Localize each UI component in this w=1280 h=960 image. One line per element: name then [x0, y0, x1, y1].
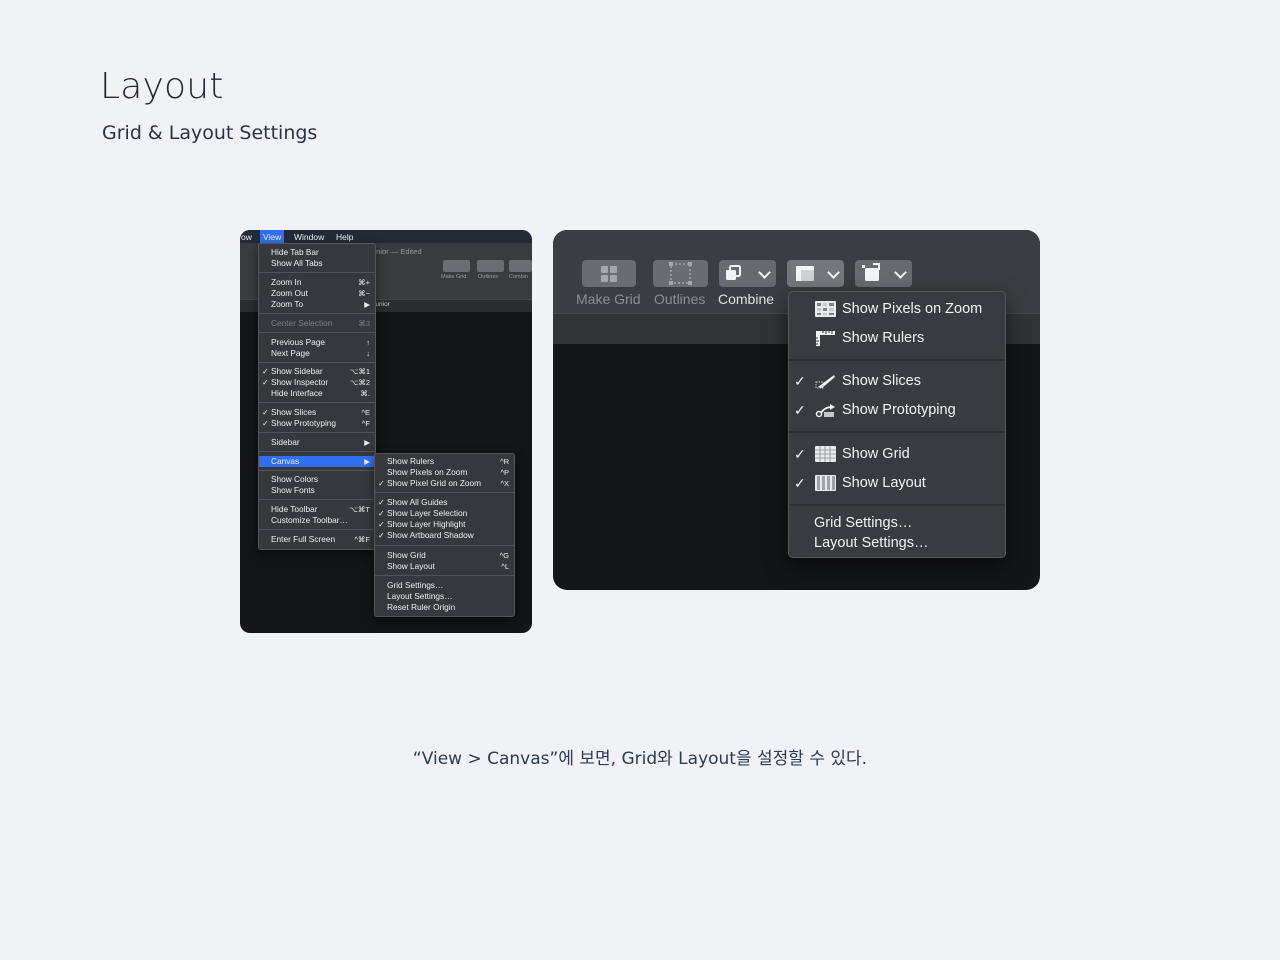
show-grid-label: Show Grid — [842, 446, 910, 462]
combine-icon — [726, 265, 741, 280]
show-slices-label: Show Slices — [842, 373, 921, 389]
menu-item-next-page[interactable]: Next Page ↓ — [259, 348, 375, 359]
menu-item-show-all-tabs[interactable]: Show All Tabs — [259, 258, 375, 269]
menu-item-enter-full-screen[interactable]: Enter Full Screen ^⌘F — [259, 534, 375, 545]
window-title: unior — Edited — [372, 247, 422, 256]
toolbar-menu-screenshot: Make Grid Outlines Combine Show Pixels o… — [553, 230, 1040, 590]
document-tab-label: junior — [374, 301, 390, 308]
submenu-item-grid-settings[interactable]: Grid Settings… — [375, 580, 514, 591]
menubar-item-ow[interactable]: ow — [241, 232, 252, 242]
view-menu-screenshot: ow View Window Help unior — Edited Make … — [240, 230, 532, 633]
submenu-item-show-grid[interactable]: Show Grid ^G — [375, 550, 514, 561]
submenu-item-reset-ruler-origin[interactable]: Reset Ruler Origin — [375, 602, 514, 613]
make-grid-icon — [601, 266, 617, 282]
canvas-layout-icon — [796, 266, 814, 281]
ruler-icon — [816, 331, 835, 346]
grid-icon — [815, 446, 836, 462]
combine-mini-label: Combin — [509, 274, 528, 280]
outlines-label: Outlines — [654, 291, 706, 307]
canvas-options-menu: Show Pixels on Zoom Show Rulers ✓ Show S… — [788, 291, 1006, 558]
menu-item-show-slices[interactable]: ✓ Show Slices — [789, 370, 1005, 392]
export-icon — [862, 263, 880, 281]
submenu-item-show-layer-highlight[interactable]: ✓ Show Layer Highlight — [375, 519, 514, 530]
menu-item-show-colors[interactable]: Show Colors — [259, 474, 375, 485]
pixel-grid-icon — [815, 301, 836, 317]
canvas-submenu: Show Rulers ^R Show Pixels on Zoom ^P ✓ Sho… — [374, 453, 515, 617]
outlines-mini-label: Outlines — [478, 274, 499, 280]
menu-item-customize-toolbar[interactable]: Customize Toolbar… — [259, 515, 375, 526]
menu-item-center-selection: Center Selection ⌘3 — [271, 318, 370, 328]
menu-item-hide-toolbar[interactable]: Hide Toolbar ⌥⌘T — [259, 504, 375, 515]
make-grid-mini-button[interactable] — [443, 260, 470, 272]
submenu-item-show-all-guides[interactable]: ✓ Show All Guides — [375, 497, 514, 508]
menu-item-show-pixels-on-zoom[interactable]: Show Pixels on Zoom — [789, 298, 1005, 320]
menu-item-show-inspector[interactable]: ✓ Show Inspector ⌥⌘2 — [259, 377, 375, 388]
menu-item-show-rulers[interactable]: Show Rulers — [789, 327, 1005, 349]
page-title: Layout — [100, 66, 224, 107]
checkmark-icon: ✓ — [794, 373, 806, 389]
combine-dropdown-button[interactable] — [719, 260, 776, 287]
menu-item-show-grid[interactable]: ✓ Show Grid — [789, 443, 1005, 465]
show-pixels-on-zoom-label: Show Pixels on Zoom — [842, 301, 983, 317]
make-grid-button[interactable] — [582, 260, 636, 287]
menubar-item-view[interactable]: View — [260, 230, 285, 243]
submenu-item-show-layer-selection[interactable]: ✓ Show Layer Selection — [375, 508, 514, 519]
menu-item-hide-tab-bar[interactable]: Hide Tab Bar — [259, 247, 375, 258]
slice-knife-icon — [815, 375, 835, 389]
canvas-view-dropdown-button[interactable] — [787, 260, 844, 287]
menu-item-show-slices[interactable]: ✓ Show Slices ^E — [259, 407, 375, 418]
menu-item-hide-interface[interactable]: Hide Interface ⌘. — [259, 388, 375, 399]
show-rulers-label: Show Rulers — [842, 330, 925, 346]
outlines-mini-button[interactable] — [477, 260, 504, 272]
outlines-button[interactable] — [653, 260, 708, 287]
layout-settings-label: Layout Settings… — [814, 535, 929, 551]
menubar-item-window[interactable]: Window — [294, 232, 324, 242]
chevron-down-icon — [758, 266, 771, 279]
menu-item-show-prototyping[interactable]: ✓ Show Prototyping ^F — [259, 418, 375, 429]
submenu-item-layout-settings[interactable]: Layout Settings… — [375, 591, 514, 602]
submenu-item-show-artboard-shadow[interactable]: ✓ Show Artboard Shadow — [375, 530, 514, 541]
combine-label: Combine — [718, 291, 775, 307]
make-grid-mini-label: Make Grid — [441, 274, 467, 280]
combine-mini-button[interactable] — [509, 260, 532, 272]
submenu-item-show-pixel-grid[interactable]: ✓ Show Pixel Grid on Zoom ^X — [375, 478, 514, 489]
menu-item-sidebar[interactable]: Sidebar ▶ — [259, 437, 375, 448]
export-dropdown-button[interactable] — [855, 260, 912, 287]
checkmark-icon: ✓ — [794, 446, 806, 462]
menu-item-layout-settings[interactable]: Layout Settings… — [789, 532, 1005, 554]
chevron-down-icon — [894, 266, 907, 279]
menu-item-zoom-in[interactable]: Zoom In ⌘+ — [259, 277, 375, 288]
chevron-down-icon — [827, 266, 840, 279]
show-prototyping-label: Show Prototyping — [842, 402, 956, 418]
menu-item-previous-page[interactable]: Previous Page ↑ — [259, 337, 375, 348]
outlines-icon — [669, 262, 692, 285]
view-menu: Hide Tab Bar Show All Tabs Zoom In ⌘+ Zoo… — [258, 243, 376, 550]
menu-item-canvas[interactable]: Canvas ▶ — [259, 456, 375, 467]
submenu-item-show-rulers[interactable]: Show Rulers ^R — [375, 456, 514, 467]
menu-item-zoom-out[interactable]: Zoom Out ⌘− — [259, 288, 375, 299]
checkmark-icon: ✓ — [794, 475, 806, 491]
menu-item-show-sidebar[interactable]: ✓ Show Sidebar ⌥⌘1 — [259, 366, 375, 377]
grid-settings-label: Grid Settings… — [814, 515, 913, 531]
page-subtitle: Grid & Layout Settings — [102, 122, 318, 144]
menubar-item-help[interactable]: Help — [336, 232, 353, 242]
caption: “View > Canvas”에 보면, Grid와 Layout을 설정할 수… — [412, 749, 868, 769]
menu-item-show-prototyping[interactable]: ✓ Show Prototyping — [789, 399, 1005, 421]
menu-item-zoom-to[interactable]: Zoom To ▶ — [259, 299, 375, 310]
submenu-item-show-layout[interactable]: Show Layout ^L — [375, 561, 514, 572]
make-grid-label: Make Grid — [576, 291, 641, 307]
menu-item-grid-settings[interactable]: Grid Settings… — [789, 512, 1005, 534]
menu-bar: ow View Window Help — [240, 230, 532, 243]
checkmark-icon: ✓ — [794, 402, 806, 418]
submenu-item-show-pixels-on-zoom[interactable]: Show Pixels on Zoom ^P — [375, 467, 514, 478]
prototyping-link-icon — [815, 404, 835, 418]
layout-columns-icon — [815, 475, 836, 491]
menu-item-show-fonts[interactable]: Show Fonts — [259, 485, 375, 496]
menu-item-show-layout[interactable]: ✓ Show Layout — [789, 472, 1005, 494]
show-layout-label: Show Layout — [842, 475, 926, 491]
